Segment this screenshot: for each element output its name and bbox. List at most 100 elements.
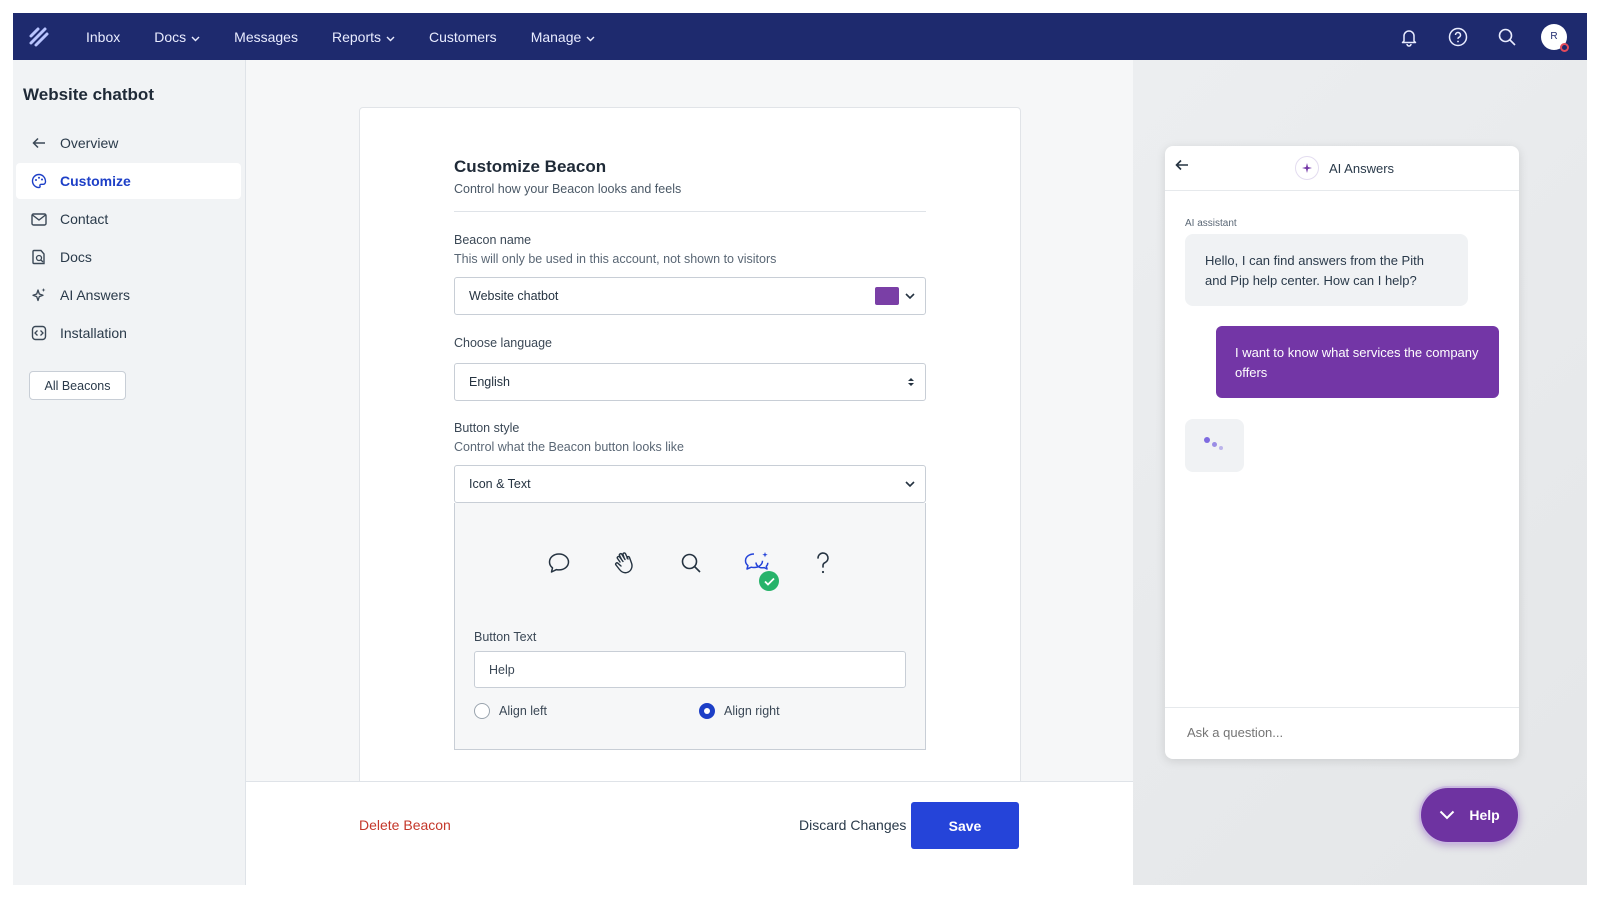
chevron-down-icon xyxy=(386,29,395,45)
chat-bubble-icon[interactable] xyxy=(526,545,592,581)
align-right-option[interactable]: Align right xyxy=(699,703,780,719)
language-select[interactable]: English xyxy=(454,363,926,401)
sidebar-item-ai-answers[interactable]: AI Answers xyxy=(16,277,241,313)
align-left-label: Align left xyxy=(499,704,547,718)
language-value: English xyxy=(469,375,510,389)
chat-header: AI Answers xyxy=(1165,146,1519,191)
sidebar-item-docs[interactable]: Docs xyxy=(16,239,241,275)
nav-messages[interactable]: Messages xyxy=(221,13,311,60)
palette-icon xyxy=(30,172,48,190)
nav-inbox[interactable]: Inbox xyxy=(73,13,133,60)
app-logo-icon[interactable] xyxy=(13,13,65,60)
ai-chat-icon[interactable] xyxy=(724,545,790,591)
app-frame: Inbox Docs Messages Reports Customers Ma… xyxy=(13,13,1587,885)
align-left-option[interactable]: Align left xyxy=(474,703,547,719)
sidebar-item-label: AI Answers xyxy=(60,287,131,303)
beacon-name-label: Beacon name xyxy=(454,233,532,247)
nav-docs-label: Docs xyxy=(154,28,187,45)
all-beacons-button[interactable]: All Beacons xyxy=(29,371,126,400)
nav-customers-label: Customers xyxy=(429,28,497,45)
beacon-name-field[interactable]: Website chatbot xyxy=(454,277,926,315)
assistant-message: Hello, I can find answers from the Pith … xyxy=(1185,234,1468,306)
back-arrow-icon[interactable] xyxy=(1175,158,1189,176)
sidebar-item-label: Customize xyxy=(60,173,131,189)
button-style-hint: Control what the Beacon button looks lik… xyxy=(454,440,684,454)
chat-title-group: AI Answers xyxy=(1295,156,1394,180)
top-navigation: Inbox Docs Messages Reports Customers Ma… xyxy=(13,13,1587,60)
bell-icon[interactable] xyxy=(1384,13,1433,60)
docs-search-icon xyxy=(30,248,48,266)
sidebar-item-contact[interactable]: Contact xyxy=(16,201,241,237)
nav-messages-label: Messages xyxy=(234,28,298,45)
button-style-select[interactable]: Icon & Text xyxy=(454,465,926,503)
nav-manage-label: Manage xyxy=(530,28,582,45)
nav-reports-label: Reports xyxy=(331,28,381,45)
sidebar-title: Website chatbot xyxy=(23,85,154,104)
sidebar-item-label: Overview xyxy=(60,135,119,151)
beacon-name-hint: This will only be used in this account, … xyxy=(454,252,777,266)
button-text-label: Button Text xyxy=(474,630,537,644)
nav-actions: R xyxy=(1384,13,1587,60)
status-indicator xyxy=(1560,42,1569,52)
divider xyxy=(454,211,926,212)
discard-changes-button[interactable]: Discard Changes xyxy=(799,817,906,833)
avatar-initial: R xyxy=(1550,31,1558,42)
button-icon-options xyxy=(455,545,927,591)
page-subtitle: Control how your Beacon looks and feels xyxy=(454,182,682,196)
typing-dot xyxy=(1212,442,1217,447)
main-content: Customize Beacon Control how your Beacon… xyxy=(246,60,1133,885)
typing-dot xyxy=(1219,446,1223,450)
avatar[interactable]: R xyxy=(1541,23,1569,52)
sender-label: AI assistant xyxy=(1185,218,1237,229)
sparkle-icon xyxy=(30,286,48,304)
button-style-panel: Button Text Align left Align right xyxy=(454,503,926,750)
sidebar-item-label: Docs xyxy=(60,249,92,265)
align-left-radio[interactable] xyxy=(474,703,490,719)
nav-manage[interactable]: Manage xyxy=(518,13,609,60)
align-right-label: Align right xyxy=(724,704,780,718)
nav-reports[interactable]: Reports xyxy=(319,13,408,60)
chevron-down-icon xyxy=(586,29,595,45)
search-icon[interactable] xyxy=(658,545,724,581)
chevron-down-icon[interactable] xyxy=(905,278,915,314)
language-label: Choose language xyxy=(454,336,552,350)
save-button[interactable]: Save xyxy=(911,802,1019,849)
chevron-down-icon xyxy=(905,466,915,502)
help-circle-icon[interactable] xyxy=(1433,13,1482,60)
sidebar-item-overview[interactable]: Overview xyxy=(16,125,241,161)
color-swatch[interactable] xyxy=(875,287,899,305)
form-footer: Delete Beacon Discard Changes Save xyxy=(246,781,1133,885)
customize-card: Customize Beacon Control how your Beacon… xyxy=(359,107,1021,787)
page-title: Customize Beacon xyxy=(454,157,607,176)
sidebar: Website chatbot Overview Customize Conta… xyxy=(13,60,246,885)
ask-question-input[interactable] xyxy=(1187,725,1487,740)
help-button-label: Help xyxy=(1469,807,1500,823)
button-style-value: Icon & Text xyxy=(469,477,531,491)
question-mark-icon[interactable] xyxy=(790,545,856,581)
search-icon[interactable] xyxy=(1482,13,1531,60)
button-text-input[interactable] xyxy=(474,651,906,688)
user-message: I want to know what services the company… xyxy=(1216,326,1499,398)
chevron-down-icon xyxy=(1439,810,1455,820)
delete-beacon-button[interactable]: Delete Beacon xyxy=(359,817,451,833)
selected-check-icon xyxy=(759,571,779,591)
select-arrows-icon xyxy=(907,364,915,400)
chat-input-row xyxy=(1165,707,1519,759)
chevron-down-icon xyxy=(191,29,200,45)
sidebar-item-label: Installation xyxy=(60,325,127,341)
typing-indicator xyxy=(1185,419,1244,472)
nav-inbox-label: Inbox xyxy=(86,28,121,45)
beacon-help-button[interactable]: Help xyxy=(1419,786,1520,844)
ai-sparkle-icon xyxy=(1295,156,1319,180)
envelope-icon xyxy=(30,210,48,228)
sidebar-item-customize[interactable]: Customize xyxy=(16,163,241,199)
chat-window: AI Answers AI assistant Hello, I can fin… xyxy=(1165,146,1519,759)
button-style-label: Button style xyxy=(454,421,520,435)
align-right-radio[interactable] xyxy=(699,703,715,719)
nav-customers[interactable]: Customers xyxy=(416,13,510,60)
chat-title: AI Answers xyxy=(1329,160,1395,176)
sidebar-item-installation[interactable]: Installation xyxy=(16,315,241,351)
nav-docs[interactable]: Docs xyxy=(141,13,213,60)
waving-hand-icon[interactable] xyxy=(592,545,658,581)
code-icon xyxy=(30,324,48,342)
